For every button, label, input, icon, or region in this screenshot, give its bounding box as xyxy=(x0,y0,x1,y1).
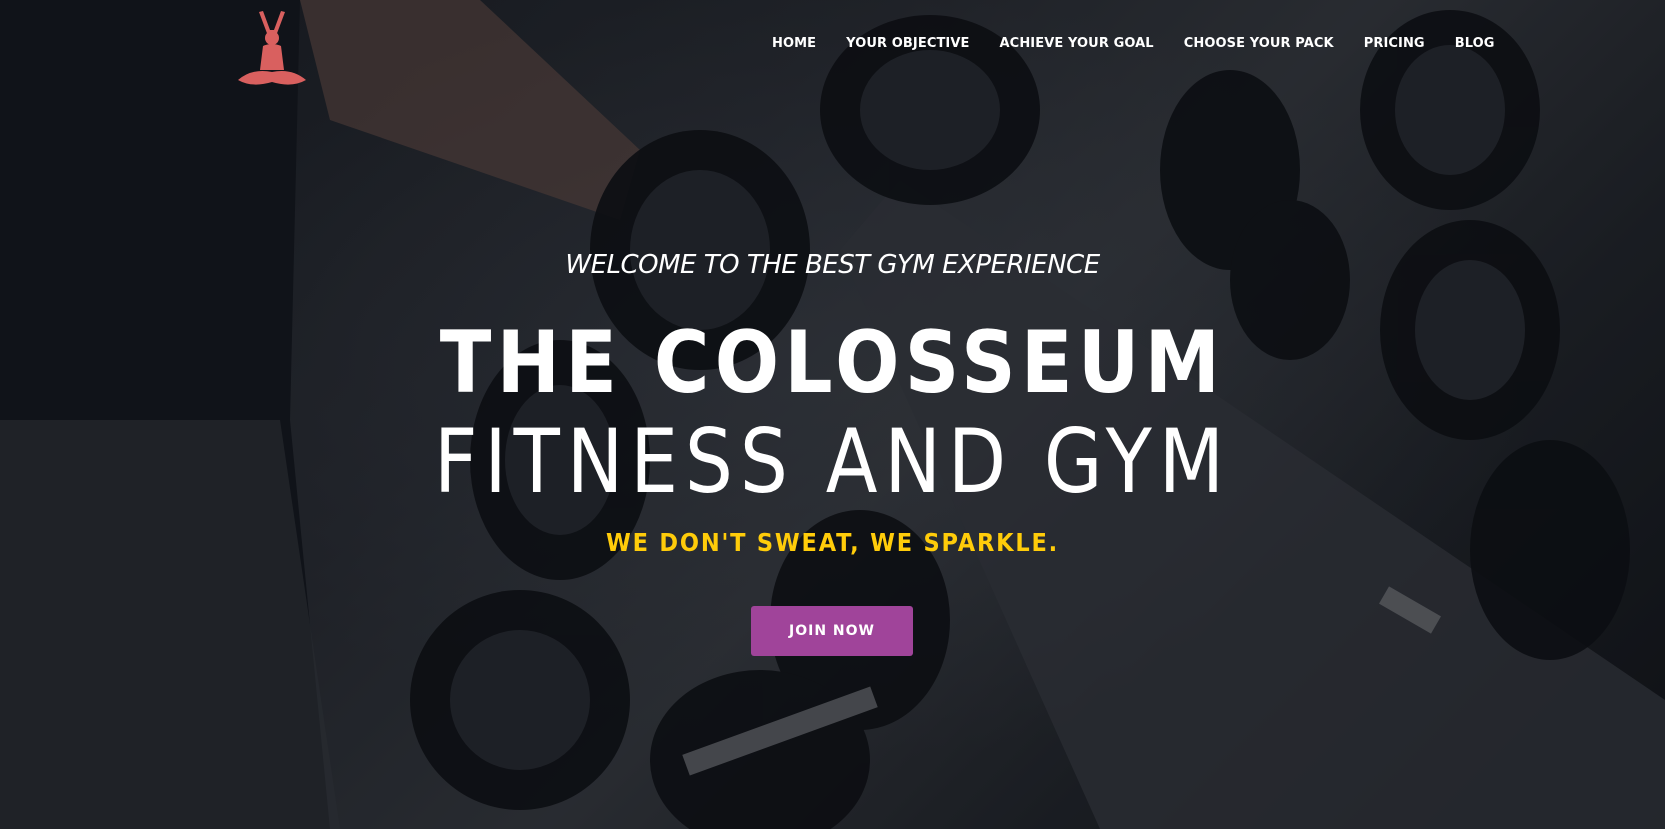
hero-title-line2: FITNESS AND GYM xyxy=(434,410,1231,513)
hero-title-line1: THE COLOSSEUM xyxy=(439,313,1226,413)
join-now-button[interactable]: JOIN NOW xyxy=(751,606,913,656)
hero-tagline: WE DON'T SWEAT, WE SPARKLE. xyxy=(605,528,1059,557)
hero-welcome-text: WELCOME TO THE BEST GYM EXPERIENCE xyxy=(565,250,1100,280)
hero-section: HOME YOUR OBJECTIVE ACHIEVE YOUR GOAL CH… xyxy=(0,0,1665,829)
hero-content: WELCOME TO THE BEST GYM EXPERIENCE THE C… xyxy=(0,0,1665,829)
